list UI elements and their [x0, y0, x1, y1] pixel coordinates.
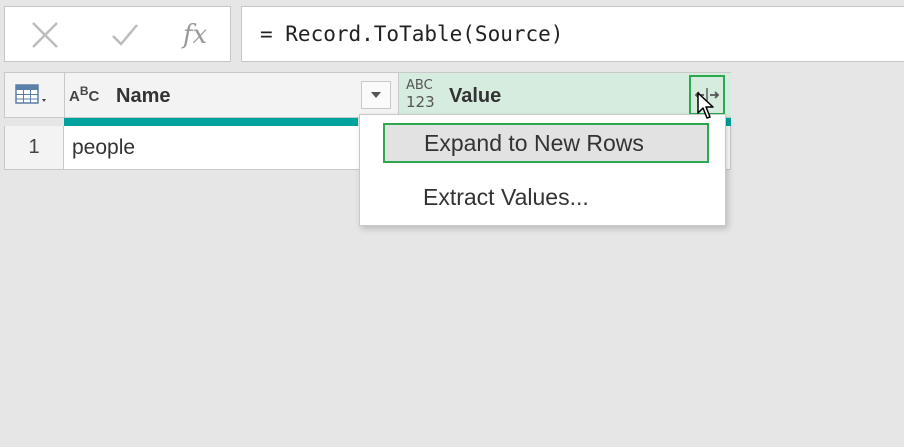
type-label-123: 123 — [406, 93, 435, 111]
formula-bar[interactable]: = Record.ToTable(Source) — [241, 6, 904, 62]
column-header-name[interactable]: ABC Name — [65, 73, 399, 117]
table-grid-icon[interactable] — [15, 84, 51, 108]
menu-item-extract-values[interactable]: Extract Values... — [383, 177, 715, 217]
text-type-icon[interactable]: ABC — [69, 84, 99, 105]
formula-buttons: fx — [4, 6, 231, 62]
chevron-down-icon — [371, 92, 381, 98]
table-menu-corner[interactable] — [5, 73, 65, 117]
column-quality-bar — [64, 118, 358, 126]
column-header-value[interactable]: ABC 123 Value — [399, 73, 731, 117]
row-number[interactable]: 1 — [5, 126, 64, 169]
cancel-x-icon[interactable] — [25, 17, 65, 53]
formula-text[interactable]: = Record.ToTable(Source) — [260, 22, 563, 46]
type-label-abc: ABC — [406, 78, 433, 93]
commit-check-icon[interactable] — [105, 17, 145, 53]
mouse-pointer-icon — [697, 92, 714, 119]
menu-item-expand-to-new-rows[interactable]: Expand to New Rows — [383, 123, 709, 163]
column-name-label: Name — [116, 85, 171, 107]
insert-function-fx-icon[interactable]: fx — [175, 17, 215, 53]
any-type-icon[interactable]: ABC 123 — [406, 78, 435, 112]
cell-name-value[interactable]: people — [72, 126, 135, 169]
filter-dropdown-button[interactable] — [361, 81, 391, 109]
column-quality-bar-value — [726, 118, 731, 126]
expand-options-menu: Expand to New Rows Extract Values... — [359, 114, 726, 226]
column-value-label: Value — [449, 85, 502, 107]
column-header-row: ABC Name ABC 123 Value — [4, 72, 731, 118]
